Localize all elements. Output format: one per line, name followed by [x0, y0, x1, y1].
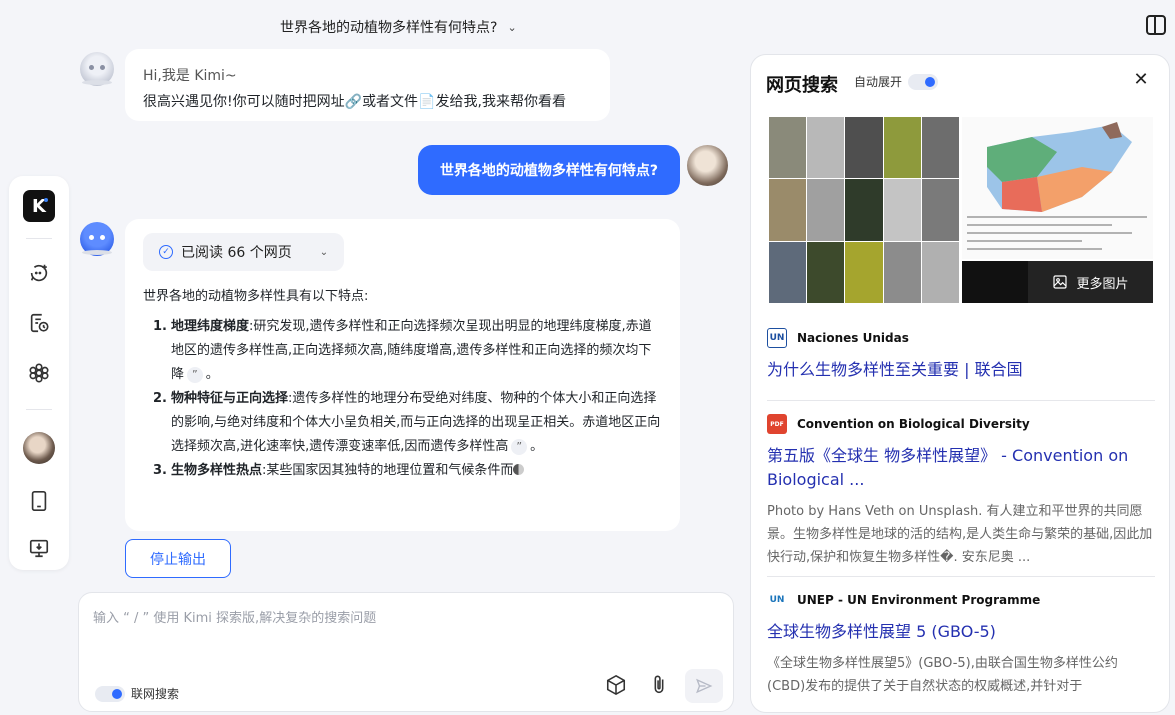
link-icon: 🔗	[344, 94, 363, 110]
answer-list: 1. 地理纬度梯度:研究发现,遗传多样性和正向选择频次呈现出明显的地理纬度梯度,…	[143, 315, 662, 483]
user-avatar	[687, 145, 728, 186]
thumbnail[interactable]	[883, 117, 921, 179]
result-title-link[interactable]: 为什么生物多样性至关重要 | 联合国	[767, 358, 1155, 382]
search-result[interactable]: PDF Convention on Biological Diversity 第…	[767, 414, 1155, 569]
greeting-line-1: Hi,我是 Kimi~	[143, 68, 237, 84]
left-sidebar: K	[9, 176, 69, 570]
attachment-icon[interactable]	[647, 673, 671, 697]
toggle-switch[interactable]	[95, 685, 125, 702]
check-icon: ✓	[159, 245, 173, 259]
chat-plus-icon[interactable]	[27, 261, 51, 285]
send-button[interactable]	[685, 669, 723, 703]
phone-icon[interactable]	[27, 489, 51, 513]
flower-icon[interactable]	[27, 361, 51, 385]
image-grid[interactable]	[769, 117, 959, 303]
result-title-link[interactable]: 第五版《全球生 物多样性展望》 - Convention on Biologic…	[767, 444, 1155, 492]
divider	[767, 576, 1155, 577]
map-thumbnail[interactable]	[962, 117, 1153, 259]
send-icon	[696, 678, 713, 694]
more-images-button[interactable]: 更多图片	[1028, 261, 1153, 303]
result-site-name: UNEP - UN Environment Programme	[797, 593, 1041, 607]
chat-input-box: 联网搜索	[78, 592, 734, 712]
search-result[interactable]: UN UNEP - UN Environment Programme 全球生物多…	[767, 590, 1155, 698]
list-item: 2. 物种特征与正向选择:遗传多样性的地理分布受绝对纬度、物种的个体大小和正向选…	[153, 391, 661, 455]
un-logo-icon: UN	[767, 328, 787, 348]
thumbnail-strip[interactable]: 更多图片	[962, 261, 1153, 303]
user-message: 世界各地的动植物多样性有何特点?	[418, 145, 680, 195]
thumbnail[interactable]	[921, 241, 959, 303]
result-title-link[interactable]: 全球生物多样性展望 5 (GBO-5)	[767, 620, 1155, 644]
cube-icon[interactable]	[604, 673, 628, 697]
list-item: 3. 生物多样性热点:某些国家因其独特的地理位置和气候条件而	[143, 459, 662, 483]
image-column[interactable]: 更多图片	[962, 117, 1153, 303]
thumbnail[interactable]	[807, 241, 845, 303]
answer-message: ✓ 已阅读 66 个网页 ⌄ 世界各地的动植物多样性具有以下特点: 1. 地理纬…	[125, 219, 680, 531]
read-pages-pill[interactable]: ✓ 已阅读 66 个网页 ⌄	[143, 233, 345, 271]
avatar[interactable]	[23, 432, 55, 464]
greeting-line-2: 很高兴遇见你!你可以随时把网址🔗或者文件📄发给我,我来帮你看看	[143, 94, 566, 110]
thumbnail[interactable]	[769, 117, 807, 179]
conversation-title-text: 世界各地的动植物多样性有何特点?	[280, 20, 498, 36]
kimi-logo[interactable]: K	[23, 190, 55, 222]
file-icon: 📄	[418, 94, 436, 110]
desktop-download-icon[interactable]	[27, 536, 51, 560]
chevron-down-icon: ⌄	[319, 246, 329, 258]
unep-logo-icon: UN	[769, 595, 785, 605]
avatar-shadow	[82, 80, 112, 85]
avatar-shadow	[82, 250, 112, 255]
divider	[26, 238, 52, 239]
close-icon[interactable]: ✕	[1131, 69, 1151, 90]
web-search-panel: 网页搜索 自动展开 ✕ 更多图片 UN Naciones Unidas 为什么生…	[750, 54, 1170, 713]
toggle-switch[interactable]	[908, 73, 939, 90]
citation-quote-icon[interactable]: ”	[187, 367, 203, 383]
pdf-icon: PDF	[767, 414, 787, 434]
map-image	[967, 122, 1147, 250]
answer-intro: 世界各地的动植物多样性具有以下特点:	[143, 289, 369, 304]
panel-toggle-icon[interactable]	[1146, 15, 1166, 35]
image-gallery[interactable]: 更多图片	[769, 117, 1153, 303]
thumbnail[interactable]	[845, 241, 883, 303]
auto-expand-toggle[interactable]: 自动展开	[854, 73, 939, 90]
conversation-title[interactable]: 世界各地的动植物多样性有何特点? ⌄	[280, 17, 517, 37]
greeting-message: Hi,我是 Kimi~ 很高兴遇见你!你可以随时把网址🔗或者文件📄发给我,我来帮…	[125, 49, 610, 121]
thumbnail[interactable]	[921, 179, 959, 241]
result-snippet: 《全球生物多样性展望5》(GBO-5),由联合国生物多样性公约(CBD)发布的提…	[767, 656, 1118, 694]
thumbnail[interactable]	[883, 179, 921, 241]
result-site-name: Convention on Biological Diversity	[797, 417, 1030, 431]
thumbnail[interactable]	[807, 179, 845, 241]
thumbnail[interactable]	[769, 241, 807, 303]
divider	[767, 400, 1155, 401]
web-search-toggle[interactable]: 联网搜索	[95, 685, 179, 702]
result-snippet: Photo by Hans Veth on Unsplash. 有人建立和平世界…	[767, 504, 1153, 565]
result-site-name: Naciones Unidas	[797, 331, 909, 345]
citation-quote-icon[interactable]: ”	[511, 439, 528, 455]
image-icon	[1053, 275, 1068, 289]
search-result[interactable]: UN Naciones Unidas 为什么生物多样性至关重要 | 联合国	[767, 328, 1155, 382]
thumbnail[interactable]	[845, 179, 883, 241]
panel-title: 网页搜索	[766, 75, 838, 96]
thumbnail[interactable]	[845, 117, 883, 179]
loading-icon	[513, 464, 525, 475]
chevron-down-icon: ⌄	[507, 20, 517, 34]
list-item: 1. 地理纬度梯度:研究发现,遗传多样性和正向选择频次呈现出明显的地理纬度梯度,…	[153, 319, 652, 383]
divider	[26, 409, 52, 410]
thumbnail[interactable]	[921, 117, 959, 179]
stop-output-button[interactable]: 停止输出	[125, 539, 231, 578]
chat-input[interactable]	[93, 607, 713, 647]
thumbnail[interactable]	[769, 179, 807, 241]
history-icon[interactable]	[27, 311, 51, 335]
thumbnail[interactable]	[807, 117, 845, 179]
thumbnail[interactable]	[883, 241, 921, 303]
